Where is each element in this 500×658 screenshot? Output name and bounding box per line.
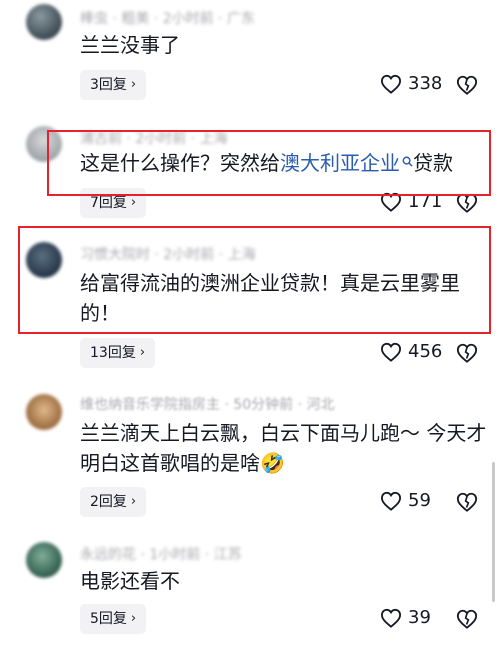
avatar[interactable] (26, 4, 62, 40)
broken-heart-icon[interactable] (456, 74, 478, 96)
like-count: 59 (408, 490, 431, 511)
chevron-right-icon: › (130, 77, 137, 92)
reply-count: 3回复 (90, 77, 127, 93)
comment-meta[interactable]: 维也纳音乐学院指房主 · 50分钟前 · 河北 (80, 394, 335, 414)
broken-heart-icon[interactable] (456, 608, 478, 630)
view-replies-button[interactable]: 13回复 › (80, 338, 156, 368)
chevron-right-icon: › (130, 494, 137, 509)
avatar[interactable] (26, 394, 62, 430)
like-count: 338 (408, 73, 443, 94)
heart-outline-icon (380, 342, 402, 362)
broken-heart-icon[interactable] (456, 342, 478, 364)
like-count: 39 (408, 607, 431, 628)
highlight-box (47, 130, 491, 196)
comment-text: 电影还看不 (80, 569, 180, 593)
avatar[interactable] (26, 542, 62, 578)
reply-count: 13回复 (90, 345, 136, 361)
view-replies-button[interactable]: 3回复 › (80, 70, 147, 100)
like-button[interactable]: 338 (380, 73, 442, 94)
heart-outline-icon (380, 608, 402, 628)
like-button[interactable]: 39 (380, 607, 431, 628)
like-button[interactable]: 456 (380, 341, 442, 362)
view-replies-button[interactable]: 2回复 › (80, 487, 147, 517)
comment-meta[interactable]: 永远的花 · 1小时前 · 江苏 (80, 544, 242, 564)
comment-meta[interactable]: 棒虫 · 粗美 · 2小时前 · 广东 (80, 8, 255, 28)
like-button[interactable]: 59 (380, 490, 431, 511)
comment-text: 兰兰滴天上白云飘，白云下面马儿跑～ 今天才明白这首歌唱的是啥🤣 (80, 421, 487, 475)
heart-outline-icon (380, 491, 402, 511)
comment-text: 兰兰没事了 (80, 33, 180, 57)
view-replies-button[interactable]: 5回复 › (80, 604, 147, 634)
like-count: 456 (408, 341, 443, 362)
chevron-right-icon: › (139, 345, 146, 360)
reply-count: 5回复 (90, 611, 127, 627)
broken-heart-icon[interactable] (456, 491, 478, 513)
highlight-box (18, 226, 491, 334)
chevron-right-icon: › (130, 611, 137, 626)
heart-outline-icon (380, 74, 402, 94)
scrollbar[interactable] (492, 462, 495, 602)
reply-count: 2回复 (90, 494, 127, 510)
